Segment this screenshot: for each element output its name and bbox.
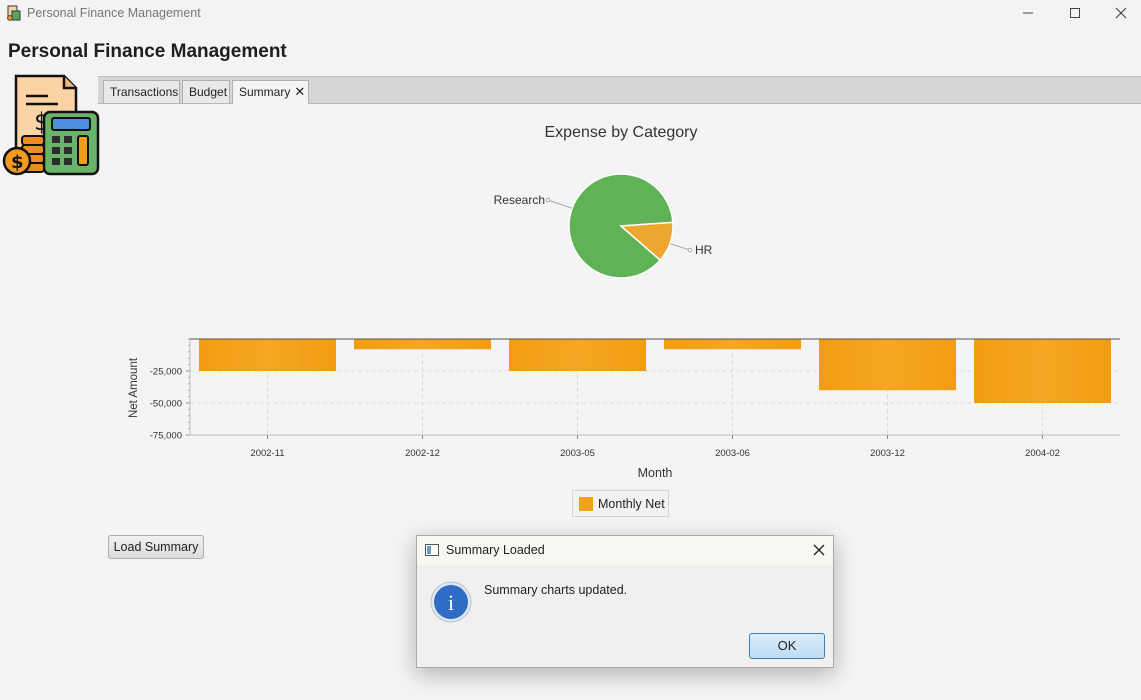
info-icon: i [430,581,472,623]
x-tick-label: 2003-12 [870,448,905,459]
pie-chart: Research HR [494,173,713,279]
y-axis-label: Net Amount [128,357,140,418]
dialog-title: Summary Loaded [446,543,545,557]
bar-2003-06 [664,339,801,350]
bar-chart: -25,000 -50,000 -75,000 2002-11 2002-12 2003-… [150,338,1120,459]
x-tick-label: 2003-06 [715,448,750,459]
window-icon [425,544,439,556]
bar-2004-02 [974,339,1111,403]
ok-button[interactable]: OK [749,633,825,659]
pie-label: HR [695,243,713,257]
y-tick-label: -50,000 [150,399,182,410]
pie-leader-line [547,199,573,209]
x-tick-label: 2002-11 [250,448,284,459]
bar-2003-05 [509,339,646,371]
x-tick-label: 2003-05 [560,448,595,459]
summary-loaded-dialog: Summary Loaded i Summary charts updated.… [416,535,834,668]
bar-2002-12 [354,339,491,350]
pie-label: Research [494,193,545,207]
bar-2002-11 [199,339,336,371]
y-tick-label: -75,000 [150,431,182,442]
pie-chart-title: Expense by Category [545,124,698,141]
legend-label: Monthly Net [598,497,665,511]
dialog-message: Summary charts updated. [484,583,628,597]
pie-leader-dot [687,247,693,253]
chart-legend: Monthly Net [572,490,669,517]
pie-leader-dot [545,197,551,203]
legend-swatch [579,497,593,511]
close-icon [813,544,825,556]
y-tick-label: -25,000 [150,367,182,378]
dialog-header: Summary Loaded [417,536,833,565]
info-glyph: i [448,590,454,615]
dialog-close-button[interactable] [807,538,831,562]
load-summary-button[interactable]: Load Summary [108,535,204,559]
bar-2003-12 [819,339,956,391]
x-axis-label: Month [638,466,673,480]
x-tick-label: 2002-12 [405,448,440,459]
x-tick-label: 2004-02 [1025,448,1060,459]
pie-leader-line [669,243,691,251]
